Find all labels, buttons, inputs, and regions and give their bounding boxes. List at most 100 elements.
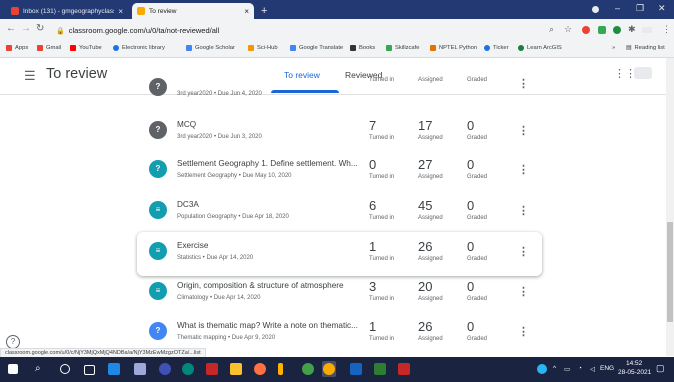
- close-icon[interactable]: ×: [118, 7, 123, 16]
- assignment-row[interactable]: ? Settlement Geography 1. Define settleme…: [137, 150, 542, 194]
- turned-in-stat[interactable]: 1 Turned in: [369, 239, 394, 262]
- more-vert-icon[interactable]: ⋮: [518, 325, 529, 338]
- acrobat-icon[interactable]: [398, 363, 410, 375]
- wifi-icon[interactable]: ◔: [578, 365, 582, 372]
- app-icon[interactable]: [108, 363, 120, 375]
- app-icon[interactable]: [206, 363, 218, 375]
- extension-icon[interactable]: [613, 26, 621, 34]
- puzzle-icon[interactable]: ✱: [628, 24, 636, 35]
- graded-stat[interactable]: 0 Graded: [467, 198, 487, 221]
- more-vert-icon[interactable]: ⋮: [518, 245, 529, 258]
- turned-in-stat[interactable]: 7 Turned in: [369, 118, 394, 141]
- turned-in-stat[interactable]: 1 Turned in: [369, 319, 394, 342]
- bookmark-electronic-library[interactable]: Electronic library: [113, 45, 165, 51]
- maximize-icon[interactable]: ❐: [636, 3, 644, 14]
- bookmark-ticker[interactable]: Ticker: [484, 45, 509, 51]
- help-icon[interactable]: ?: [6, 335, 20, 349]
- bookmark-apps[interactable]: Apps: [6, 45, 28, 51]
- language-indicator[interactable]: ENG: [600, 365, 614, 372]
- close-window-icon[interactable]: ✕: [658, 3, 666, 14]
- more-vert-icon[interactable]: ⋮: [518, 204, 529, 217]
- browser-tab-to-review[interactable]: To review ×: [132, 3, 254, 19]
- notifications-icon[interactable]: ▢: [656, 363, 665, 374]
- reading-list-button[interactable]: ▤ Reading list: [626, 45, 665, 51]
- chevron-up-icon[interactable]: ^: [553, 365, 556, 372]
- new-tab-button[interactable]: +: [256, 3, 270, 19]
- edge-icon[interactable]: [182, 363, 194, 375]
- assigned-stat[interactable]: 26 Assigned: [418, 319, 443, 342]
- avatar-icon[interactable]: [642, 27, 652, 33]
- browser-tab-inbox[interactable]: Inbox (131) - gmgeographyclass ×: [6, 3, 128, 19]
- bookmarks-overflow[interactable]: »: [612, 45, 615, 51]
- assignment-row[interactable]: ? MCQ 3rd year2020 • Due Jun 3, 2020 7 Turne…: [137, 111, 542, 155]
- graded-stat[interactable]: 0 Graded: [467, 118, 487, 141]
- forward-icon[interactable]: →: [21, 23, 31, 34]
- assignment-title[interactable]: DC3A: [177, 200, 199, 209]
- folder-icon[interactable]: [230, 363, 242, 375]
- address-bar[interactable]: 🔒 classroom.google.com/u/0/ta/not-reviewe…: [56, 22, 576, 39]
- extension-icon[interactable]: [598, 26, 606, 34]
- app-icon[interactable]: [134, 363, 146, 375]
- assigned-stat[interactable]: 17 Assigned: [418, 118, 443, 141]
- app-icon[interactable]: [302, 363, 314, 375]
- close-icon[interactable]: ×: [244, 7, 249, 16]
- back-icon[interactable]: ←: [6, 23, 16, 34]
- assignment-title[interactable]: Exercise: [177, 241, 208, 250]
- graded-stat[interactable]: 0 Graded: [467, 239, 487, 262]
- profile-icon[interactable]: [592, 6, 599, 13]
- battery-icon[interactable]: ▭: [564, 365, 570, 373]
- app-icon[interactable]: [159, 363, 171, 375]
- tray-icon[interactable]: [537, 364, 547, 374]
- task-view-icon[interactable]: [84, 365, 95, 375]
- assignment-title[interactable]: What is thematic map? Write a note on th…: [177, 321, 358, 330]
- menu-icon[interactable]: ☰: [24, 68, 36, 84]
- cortana-icon[interactable]: [60, 364, 70, 374]
- extension-icon[interactable]: [582, 26, 590, 34]
- assigned-stat[interactable]: Assigned: [418, 75, 443, 83]
- bookmark-books[interactable]: Books: [350, 45, 375, 51]
- assignment-row[interactable]: ? 3rd year2020 • Due Jun 4, 2020 Turned in…: [137, 76, 542, 98]
- assignment-title[interactable]: MCQ: [177, 120, 196, 129]
- bookmark-google-translate[interactable]: Google Translate: [290, 45, 343, 51]
- bookmark-google-scholar[interactable]: Google Scholar: [186, 45, 235, 51]
- assigned-stat[interactable]: 20 Assigned: [418, 279, 443, 302]
- assignment-title[interactable]: Settlement Geography 1. Define settlemen…: [177, 159, 358, 168]
- turned-in-stat[interactable]: 6 Turned in: [369, 198, 394, 221]
- app-icon[interactable]: [278, 363, 283, 375]
- turned-in-stat[interactable]: 0 Turned in: [369, 157, 394, 180]
- turned-in-stat[interactable]: Turned in: [369, 75, 394, 83]
- page-scrollbar[interactable]: [666, 58, 674, 356]
- graded-stat[interactable]: 0 Graded: [467, 319, 487, 342]
- assignment-row[interactable]: ≡ DC3A Population Geography • Due Apr 18, …: [137, 191, 542, 235]
- graded-stat[interactable]: Graded: [467, 75, 487, 83]
- turned-in-stat[interactable]: 3 Turned in: [369, 279, 394, 302]
- graded-stat[interactable]: 0 Graded: [467, 157, 487, 180]
- search-icon[interactable]: ⌕: [35, 363, 41, 374]
- assigned-stat[interactable]: 26 Assigned: [418, 239, 443, 262]
- assigned-stat[interactable]: 45 Assigned: [418, 198, 443, 221]
- volume-icon[interactable]: ◁: [590, 365, 595, 373]
- clock-time[interactable]: 14:52: [626, 360, 642, 367]
- assignment-title[interactable]: Origin, composition & structure of atmos…: [177, 281, 344, 290]
- word-icon[interactable]: [350, 363, 362, 375]
- more-vert-icon[interactable]: ⋮: [518, 285, 529, 298]
- search-icon[interactable]: ⌕: [549, 24, 554, 35]
- minimize-icon[interactable]: –: [615, 3, 620, 13]
- bookmark-youtube[interactable]: YouTube: [70, 45, 102, 51]
- more-vert-icon[interactable]: ⋮: [518, 163, 529, 176]
- reload-icon[interactable]: ↻: [36, 23, 44, 34]
- bookmark-sci-hub[interactable]: Sci-Hub: [248, 45, 278, 51]
- bookmark-learn-arcgis[interactable]: Learn ArcGIS: [518, 45, 562, 51]
- clock-date[interactable]: 28-05-2021: [618, 369, 651, 376]
- account-avatar[interactable]: [634, 67, 652, 79]
- more-vert-icon[interactable]: ⋮: [518, 77, 529, 90]
- more-vert-icon[interactable]: ⋮: [662, 24, 671, 35]
- bookmark-gmail[interactable]: Gmail: [37, 45, 61, 51]
- more-vert-icon[interactable]: ⋮: [518, 124, 529, 137]
- excel-icon[interactable]: [374, 363, 386, 375]
- bookmark-skillzcafe[interactable]: Skillzcafe: [386, 45, 419, 51]
- chrome-icon[interactable]: [323, 363, 335, 375]
- bookmark-nptel-python[interactable]: NPTEL Python: [430, 45, 477, 51]
- assignment-row[interactable]: ≡ Origin, composition & structure of atmo…: [137, 272, 542, 316]
- firefox-icon[interactable]: [254, 363, 266, 375]
